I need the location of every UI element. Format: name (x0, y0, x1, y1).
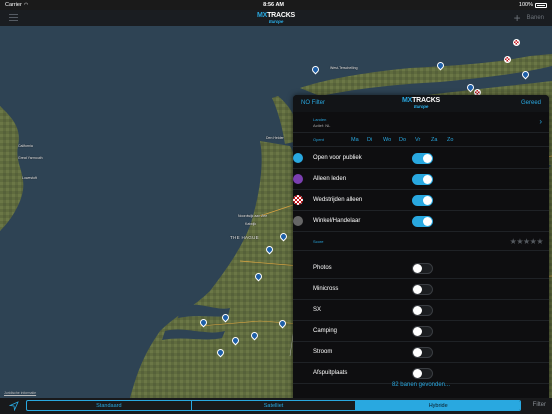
option-row-public: Open voor publiek (293, 148, 549, 169)
filter-panel-header: NO Filter MXTRACKS Europe Gereed (293, 95, 549, 112)
option-label: Alleen leden (313, 176, 347, 182)
map-label-noordwijk: Noordwijk aan Zee (238, 214, 268, 218)
toggle-photos[interactable] (412, 263, 433, 274)
day-toggle[interactable]: Ma (351, 137, 367, 143)
option-row-photos: Photos (293, 258, 549, 279)
status-time: 8:56 AM (263, 2, 284, 8)
option-row-races: Wedstrijden alleen (293, 190, 549, 211)
wifi-icon: ◠ (23, 2, 29, 8)
map-label-the-hague: THE HAGUE (230, 235, 259, 240)
status-bar: Carrier ◠ 8:56 AM 100% (0, 0, 552, 10)
banen-button[interactable]: Banen (527, 15, 544, 21)
countries-row[interactable]: Landen Actief: NL › (293, 113, 549, 133)
menu-icon[interactable] (9, 14, 18, 21)
option-label: Afspuitplaats (313, 370, 348, 376)
countries-title: Landen (313, 117, 327, 122)
score-title: Score (313, 238, 324, 244)
day-toggle[interactable]: Do (399, 137, 415, 143)
no-filter-button[interactable]: NO Filter (301, 100, 325, 106)
option-row-camping: Camping (293, 321, 549, 342)
option-label: Minicross (313, 286, 339, 292)
motocross-icon (293, 153, 303, 163)
opening-days-title: Opent (313, 137, 324, 142)
map-label-great-yarmouth: Great Yarmouth (18, 156, 43, 160)
segment-hybrid[interactable]: Hybride (356, 401, 520, 410)
option-row-shop: Winkel/Handelaar (293, 211, 549, 232)
toggle-members[interactable] (412, 174, 433, 185)
score-row: Score ★★★★★ (293, 232, 549, 251)
filter-panel: NO Filter MXTRACKS Europe Gereed Landen … (293, 95, 549, 398)
day-toggle[interactable]: Za (431, 137, 447, 143)
legal-link[interactable]: Juridische informatie (4, 391, 36, 395)
filter-button[interactable]: Filter (533, 402, 546, 408)
battery-percent: 100% (518, 2, 533, 8)
option-label: Photos (313, 265, 332, 271)
countries-value: Actief: NL (313, 123, 331, 128)
club-icon (293, 174, 303, 184)
battery-icon (535, 2, 547, 8)
map-label-katwijk: Katwijk (245, 222, 257, 226)
toggle-power[interactable] (412, 347, 433, 358)
carrier-label: Carrier (5, 2, 22, 8)
star-rating[interactable]: ★★★★★ (510, 237, 544, 246)
toggle-shop[interactable] (412, 216, 433, 227)
race-track-pin[interactable] (513, 39, 520, 46)
opening-days-row: Opent Ma Di Wo Do Vr Za Zo (293, 133, 549, 147)
wrench-icon (293, 216, 303, 226)
done-button[interactable]: Gereed (521, 100, 541, 106)
location-arrow-icon[interactable] (9, 401, 19, 411)
map-type-segmented-control: Standaard Satelliet Hybride (26, 400, 521, 411)
map-label-den-helder: Den Helder (266, 136, 284, 140)
option-row-minicross: Minicross (293, 279, 549, 300)
toggle-public[interactable] (412, 153, 433, 164)
chevron-right-icon: › (539, 117, 542, 126)
race-flag-icon (293, 195, 303, 205)
panel-logo: MXTRACKS Europe (401, 97, 441, 109)
segment-satellite[interactable]: Satelliet (192, 401, 357, 410)
option-label: Camping (313, 328, 338, 334)
day-toggle[interactable]: Vr (415, 137, 431, 143)
map-label-west-terschelling: West-Terschelling (330, 66, 358, 70)
toggle-washplace[interactable] (412, 368, 433, 379)
option-label: Open voor publiek (313, 155, 362, 161)
toggle-races[interactable] (412, 195, 433, 206)
bottom-toolbar: Standaard Satelliet Hybride Filter (0, 398, 552, 414)
race-track-pin[interactable] (504, 56, 511, 63)
option-row-washplace: Afspuitplaats (293, 363, 549, 384)
toggle-sx[interactable] (412, 305, 433, 316)
day-toggle[interactable]: Zo (447, 137, 463, 143)
toggle-minicross[interactable] (412, 284, 433, 295)
map-label-lowestoft: Lowestoft (22, 176, 37, 180)
option-row-members: Alleen leden (293, 169, 549, 190)
add-icon[interactable]: + (514, 12, 521, 24)
option-row-power: Stroom (293, 342, 549, 363)
map-label-california: California (18, 144, 33, 148)
results-count: 82 banen gevonden... (391, 382, 451, 388)
top-nav-bar: MXTRACKS Europe + Banen (0, 10, 552, 26)
option-label: Stroom (313, 349, 333, 355)
option-label: Wedstrijden alleen (313, 197, 363, 203)
option-label: Winkel/Handelaar (313, 218, 361, 224)
segment-standard[interactable]: Standaard (27, 401, 192, 410)
option-row-sx: SX (293, 300, 549, 321)
toggle-camping[interactable] (412, 326, 433, 337)
option-label: SX (313, 307, 322, 313)
app-logo: MXTRACKS Europe (256, 11, 296, 24)
day-toggle[interactable]: Di (367, 137, 383, 143)
day-toggle[interactable]: Wo (383, 137, 399, 143)
